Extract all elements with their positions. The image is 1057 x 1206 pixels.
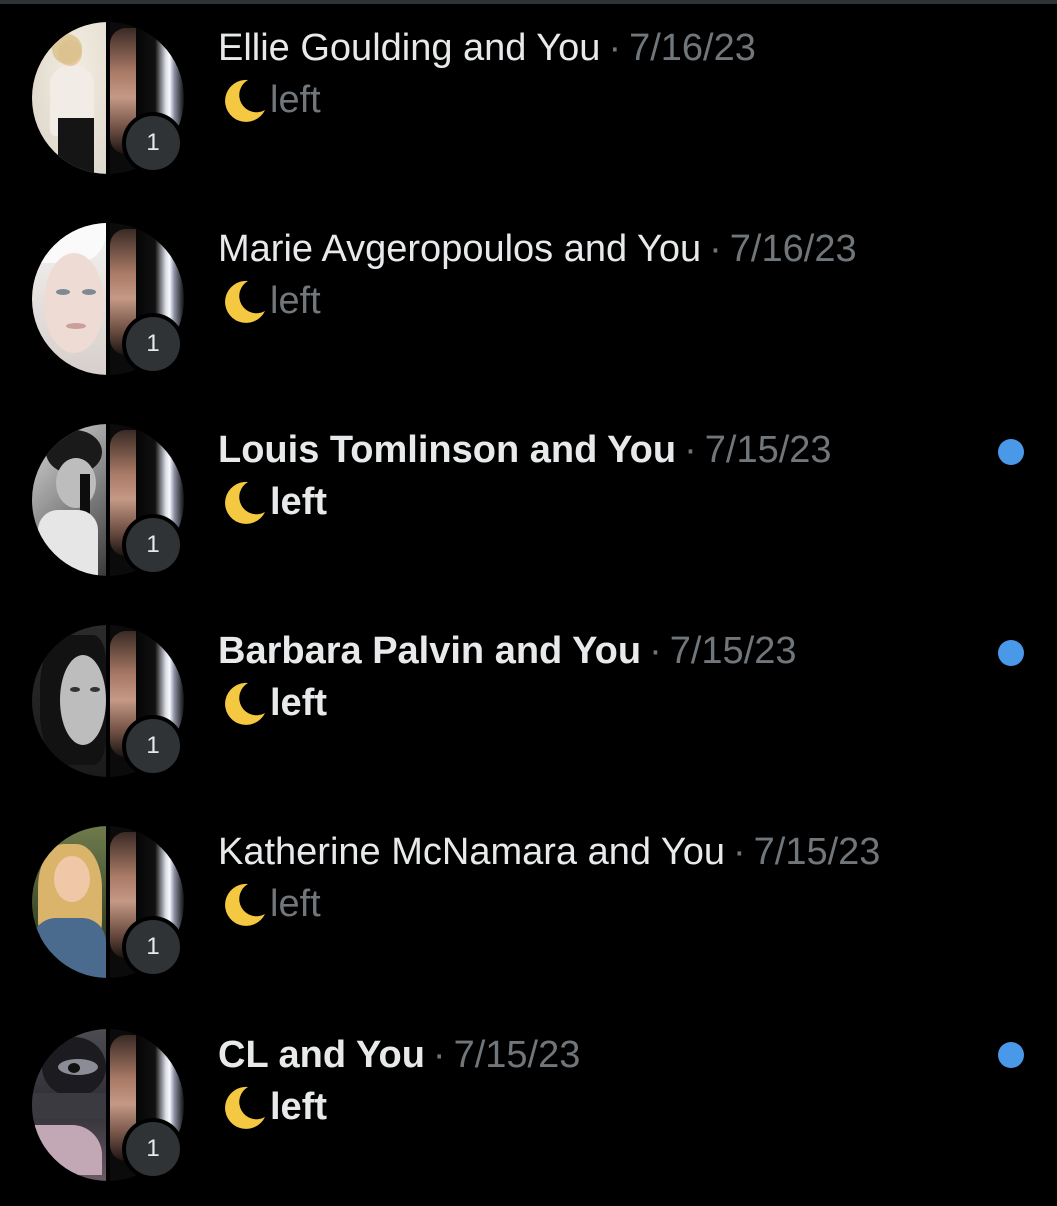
separator: · xyxy=(684,429,697,471)
crescent-moon-icon xyxy=(218,279,270,323)
conversation-row[interactable]: 1 Barbara Palvin and You · 7/15/23 left xyxy=(0,603,1057,804)
member-count-badge: 1 xyxy=(122,916,184,978)
member-count-badge: 1 xyxy=(122,715,184,777)
separator: · xyxy=(733,831,746,873)
crescent-moon-icon xyxy=(218,882,270,926)
conversation-name: Barbara Palvin and You xyxy=(218,630,642,672)
message-text: left xyxy=(270,280,321,322)
conversation-row[interactable]: 1 Ellie Goulding and You · 7/16/23 left xyxy=(0,0,1057,201)
message-text: left xyxy=(270,481,327,523)
avatar-left-photo xyxy=(32,424,106,576)
conversation-name: Marie Avgeropoulos and You xyxy=(218,228,702,270)
separator: · xyxy=(709,228,722,270)
conversation-name: CL and You xyxy=(218,1034,425,1076)
message-text: left xyxy=(270,79,321,121)
conversation-date: 7/16/23 xyxy=(729,228,857,270)
crescent-moon-icon xyxy=(218,480,270,524)
conversation-row[interactable]: 1 Katherine McNamara and You · 7/15/23 lef… xyxy=(0,804,1057,1005)
message-text: left xyxy=(270,1086,327,1128)
member-count-badge: 1 xyxy=(122,112,184,174)
message-preview: left xyxy=(218,480,327,524)
conversation-name: Ellie Goulding and You xyxy=(218,27,601,69)
conversation-date: 7/15/23 xyxy=(669,630,797,672)
conversation-name: Katherine McNamara and You xyxy=(218,831,725,873)
message-preview: left xyxy=(218,279,321,323)
crescent-moon-icon xyxy=(218,681,270,725)
member-count-badge: 1 xyxy=(122,1118,184,1180)
conversation-title: Ellie Goulding and You · 7/16/23 xyxy=(218,26,756,70)
conversation-date: 7/15/23 xyxy=(753,831,881,873)
unread-dot-icon xyxy=(998,1042,1024,1068)
unread-dot-icon xyxy=(998,640,1024,666)
conversation-row[interactable]: 1 Louis Tomlinson and You · 7/15/23 left xyxy=(0,402,1057,603)
message-preview: left xyxy=(218,78,321,122)
conversation-title: Marie Avgeropoulos and You · 7/16/23 xyxy=(218,227,857,271)
crescent-moon-icon xyxy=(218,78,270,122)
message-text: left xyxy=(270,883,321,925)
conversation-name: Louis Tomlinson and You xyxy=(218,429,677,471)
conversation-date: 7/15/23 xyxy=(704,429,832,471)
message-preview: left xyxy=(218,882,321,926)
avatar-left-photo xyxy=(32,826,106,978)
avatar-left-photo xyxy=(32,22,106,174)
separator: · xyxy=(432,1034,446,1076)
conversation-row[interactable]: 1 CL and You · 7/15/23 left xyxy=(0,1005,1057,1206)
crescent-moon-icon xyxy=(218,1085,270,1129)
avatar-left-photo xyxy=(32,223,106,375)
conversation-row[interactable]: 1 Marie Avgeropoulos and You · 7/16/23 lef… xyxy=(0,201,1057,402)
message-preview: left xyxy=(218,681,327,725)
unread-dot-icon xyxy=(998,439,1024,465)
conversation-date: 7/16/23 xyxy=(629,27,756,69)
conversation-date: 7/15/23 xyxy=(453,1034,581,1076)
member-count-badge: 1 xyxy=(122,313,184,375)
conversation-title: Barbara Palvin and You · 7/15/23 xyxy=(218,629,797,673)
message-text: left xyxy=(270,682,327,724)
conversation-title: Louis Tomlinson and You · 7/15/23 xyxy=(218,428,832,472)
conversation-title: Katherine McNamara and You · 7/15/23 xyxy=(218,830,880,874)
avatar-left-photo xyxy=(32,625,106,777)
message-preview: left xyxy=(218,1085,327,1129)
conversation-title: CL and You · 7/15/23 xyxy=(218,1033,580,1077)
member-count-badge: 1 xyxy=(122,514,184,576)
separator: · xyxy=(649,630,662,672)
avatar-left-photo xyxy=(32,1029,106,1181)
separator: · xyxy=(608,27,622,69)
